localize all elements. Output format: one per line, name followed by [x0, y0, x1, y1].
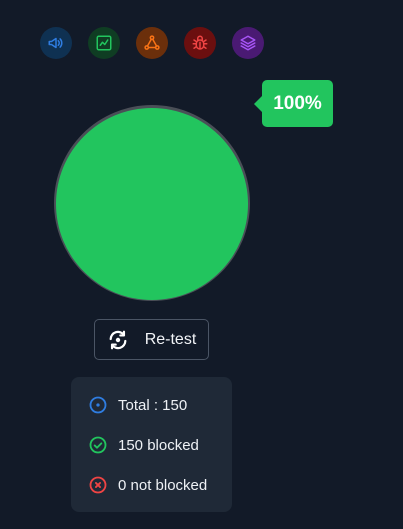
stat-blocked: 150 blocked	[88, 433, 232, 457]
category-icon-row	[40, 27, 264, 59]
megaphone-button[interactable]	[40, 27, 72, 59]
stats-card: Total : 150 150 blocked 0 not blocked	[71, 377, 232, 512]
percentage-tooltip: 100%	[254, 80, 333, 127]
stat-total: Total : 150	[88, 393, 232, 417]
x-circle-icon	[89, 476, 107, 494]
percentage-label: 100%	[273, 92, 322, 114]
retest-button[interactable]: Re-test	[94, 319, 209, 360]
stat-blocked-label: 150 blocked	[118, 436, 199, 454]
gauge-fill	[56, 108, 248, 300]
stat-total-label: Total : 150	[118, 396, 188, 414]
stat-not-blocked: 0 not blocked	[88, 473, 232, 497]
megaphone-icon	[48, 37, 63, 49]
network-icon	[144, 35, 160, 50]
security-test-panel: 100% Re-test Total : 150 150 blocked 0 n…	[0, 0, 403, 529]
layers-icon	[240, 35, 256, 51]
bug-icon	[192, 35, 208, 50]
blocked-percentage-gauge	[52, 103, 252, 303]
bug-button[interactable]	[184, 27, 216, 59]
stat-not-blocked-label: 0 not blocked	[118, 476, 208, 494]
check-circle-icon	[89, 436, 107, 454]
network-button[interactable]	[136, 27, 168, 59]
retest-label: Re-test	[144, 330, 197, 348]
target-icon	[89, 396, 107, 414]
layers-button[interactable]	[232, 27, 264, 59]
chart-line-icon	[96, 35, 112, 51]
chart-button[interactable]	[88, 27, 120, 59]
refresh-icon	[109, 330, 127, 349]
